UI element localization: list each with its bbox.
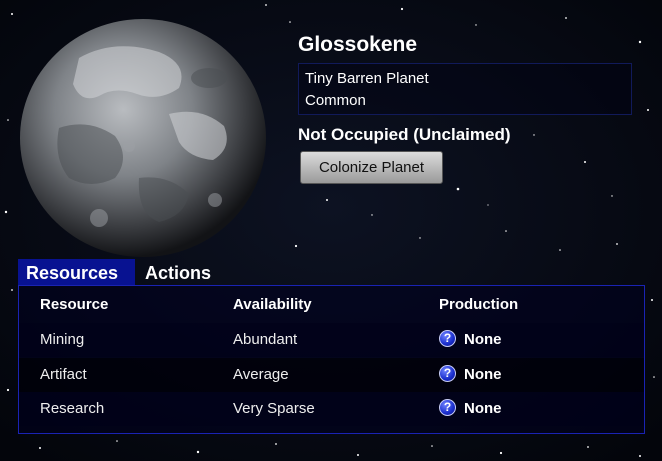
production-value: None [464,400,502,417]
resource-name: Artifact [40,366,87,383]
resource-name: Research [40,400,105,417]
planet-info: Glossokene Tiny Barren Planet Common Not… [298,30,634,184]
header-resource: Resource [40,296,109,313]
production-value: None [464,366,502,383]
table-row: Research Very Sparse ? None [19,392,644,426]
resource-availability: Abundant [233,331,298,348]
table-header: Resource Availability Production [19,288,644,322]
resources-panel: Resource Availability Production Mining … [18,285,645,434]
table-row: Mining Abundant ? None [19,323,644,357]
resource-availability: Average [233,366,289,383]
resource-name: Mining [40,331,85,348]
header-availability: Availability [233,296,312,313]
resource-production-cell: ? None [439,392,502,426]
header-production: Production [439,296,519,313]
production-value: None [464,331,502,348]
help-icon[interactable]: ? [439,364,456,382]
colonize-planet-button[interactable]: Colonize Planet [300,151,443,184]
tab-resources[interactable]: Resources [18,259,135,285]
planet-image [20,19,266,257]
planet-name: Glossokene [298,33,418,56]
resource-availability: Very Sparse [233,400,315,417]
resource-production-cell: ? None [439,323,502,357]
planet-type: Tiny Barren Planet [305,70,429,87]
table-row: Artifact Average ? None [19,358,644,392]
tab-actions[interactable]: Actions [137,259,219,285]
resource-production-cell: ? None [439,358,502,392]
planet-details-box: Tiny Barren Planet Common [298,63,632,115]
planet-rarity: Common [305,92,366,109]
help-icon[interactable]: ? [439,329,456,347]
occupancy-status: Not Occupied (Unclaimed) [298,125,511,144]
help-icon[interactable]: ? [439,398,456,416]
